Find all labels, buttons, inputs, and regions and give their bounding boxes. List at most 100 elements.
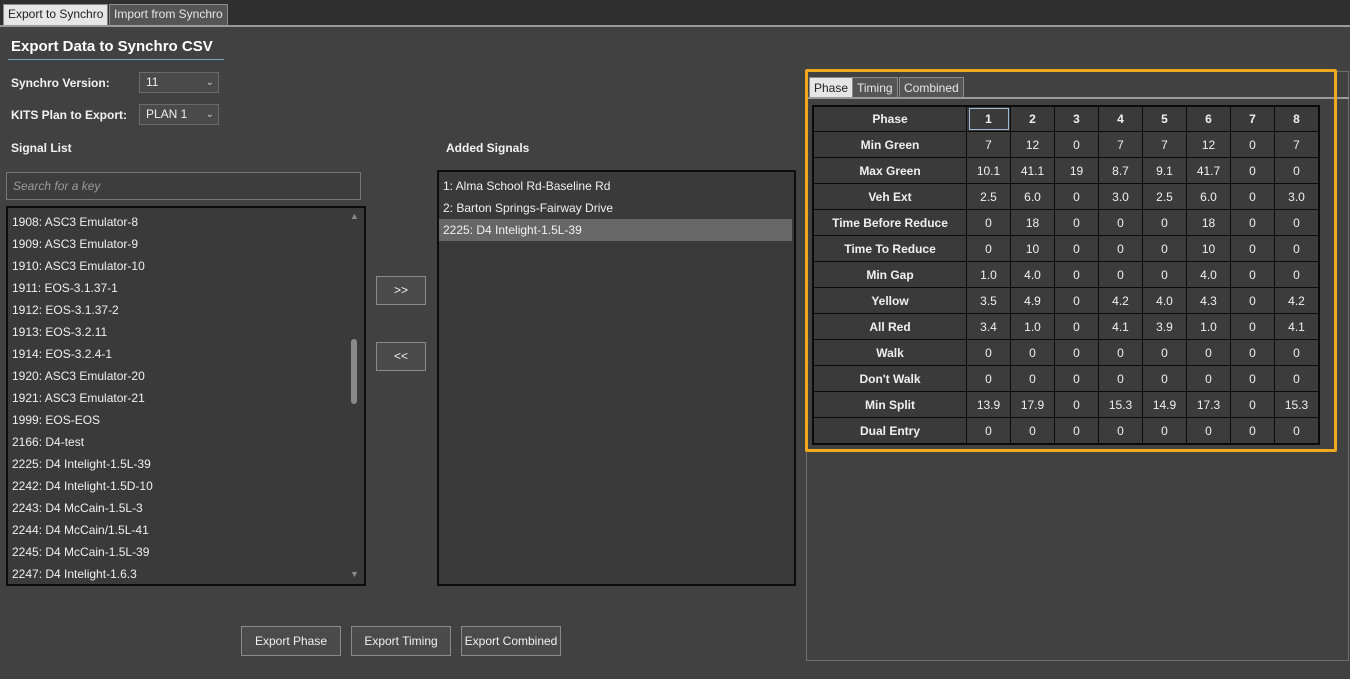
table-cell[interactable]: 0	[1230, 157, 1275, 184]
phase-column-header[interactable]: 2	[1010, 105, 1055, 132]
table-cell[interactable]: 0	[1054, 235, 1099, 262]
list-item[interactable]: 1921: ASC3 Emulator-21	[8, 387, 364, 409]
table-cell[interactable]: 3.0	[1274, 183, 1320, 210]
table-cell[interactable]: 0	[1054, 131, 1099, 158]
table-cell[interactable]: 17.3	[1186, 391, 1231, 418]
list-item[interactable]: 1999: EOS-EOS	[8, 409, 364, 431]
list-item[interactable]: 1910: ASC3 Emulator-10	[8, 255, 364, 277]
table-cell[interactable]: 4.2	[1274, 287, 1320, 314]
table-cell[interactable]: 1.0	[1010, 313, 1055, 340]
table-cell[interactable]: 0	[966, 339, 1011, 366]
list-item[interactable]: 1909: ASC3 Emulator-9	[8, 233, 364, 255]
table-cell[interactable]: 15.3	[1098, 391, 1143, 418]
phase-column-header[interactable]: 8	[1274, 105, 1320, 132]
added-signals-list[interactable]: 1: Alma School Rd-Baseline Rd 2: Barton …	[437, 170, 796, 586]
table-cell[interactable]: 0	[1230, 339, 1275, 366]
table-cell[interactable]: 0	[1230, 417, 1275, 445]
table-cell[interactable]: 0	[1186, 365, 1231, 392]
table-cell[interactable]: 0	[1054, 417, 1099, 445]
table-cell[interactable]: 18	[1010, 209, 1055, 236]
table-cell[interactable]: 0	[1054, 183, 1099, 210]
list-item[interactable]: 1912: EOS-3.1.37-2	[8, 299, 364, 321]
table-cell[interactable]: 0	[1054, 261, 1099, 288]
table-cell[interactable]: 41.1	[1010, 157, 1055, 184]
table-cell[interactable]: 2.5	[966, 183, 1011, 210]
table-cell[interactable]: 4.0	[1186, 261, 1231, 288]
tab-timing[interactable]: Timing	[852, 77, 898, 98]
table-cell[interactable]: 0	[1098, 235, 1143, 262]
table-cell[interactable]: 8.7	[1098, 157, 1143, 184]
tab-import-from-synchro[interactable]: Import from Synchro	[109, 4, 228, 25]
phase-column-header[interactable]: 5	[1142, 105, 1187, 132]
table-cell[interactable]: 41.7	[1186, 157, 1231, 184]
phase-column-header[interactable]: 1	[966, 105, 1011, 132]
list-item[interactable]: 1911: EOS-3.1.37-1	[8, 277, 364, 299]
list-item[interactable]: 1: Alma School Rd-Baseline Rd	[439, 175, 794, 197]
list-item[interactable]: 2243: D4 McCain-1.5L-3	[8, 497, 364, 519]
table-cell[interactable]: 10	[1010, 235, 1055, 262]
table-cell[interactable]: 0	[1010, 365, 1055, 392]
table-cell[interactable]: 0	[966, 209, 1011, 236]
table-cell[interactable]: 0	[1274, 235, 1320, 262]
table-cell[interactable]: 6.0	[1186, 183, 1231, 210]
phase-column-header[interactable]: 7	[1230, 105, 1275, 132]
table-cell[interactable]: 4.1	[1274, 313, 1320, 340]
table-cell[interactable]: 19	[1054, 157, 1099, 184]
list-item[interactable]: 2242: D4 Intelight-1.5D-10	[8, 475, 364, 497]
list-item[interactable]: 2166: D4-test	[8, 431, 364, 453]
table-cell[interactable]: 0	[1274, 417, 1320, 445]
table-cell[interactable]: 1.0	[1186, 313, 1231, 340]
table-cell[interactable]: 0	[1142, 261, 1187, 288]
table-cell[interactable]: 3.9	[1142, 313, 1187, 340]
signal-search-input[interactable]: Search for a key	[6, 172, 361, 200]
table-cell[interactable]: 0	[1098, 209, 1143, 236]
table-cell[interactable]: 3.4	[966, 313, 1011, 340]
synchro-version-dropdown[interactable]: 11 ⌄	[139, 72, 219, 93]
table-cell[interactable]: 0	[1230, 235, 1275, 262]
table-cell[interactable]: 0	[1230, 183, 1275, 210]
table-cell[interactable]: 7	[1274, 131, 1320, 158]
table-cell[interactable]: 0	[1230, 209, 1275, 236]
table-cell[interactable]: 0	[1230, 365, 1275, 392]
remove-signal-button[interactable]: <<	[376, 342, 426, 371]
table-cell[interactable]: 4.0	[1010, 261, 1055, 288]
export-combined-button[interactable]: Export Combined	[461, 626, 561, 656]
list-item[interactable]: 1908: ASC3 Emulator-8	[8, 211, 364, 233]
table-cell[interactable]: 0	[1274, 157, 1320, 184]
export-timing-button[interactable]: Export Timing	[351, 626, 451, 656]
list-item[interactable]: 2245: D4 McCain-1.5L-39	[8, 541, 364, 563]
add-signal-button[interactable]: >>	[376, 276, 426, 305]
table-cell[interactable]: 2.5	[1142, 183, 1187, 210]
tab-export-to-synchro[interactable]: Export to Synchro	[3, 4, 109, 25]
table-cell[interactable]: 0	[966, 365, 1011, 392]
table-cell[interactable]: 0	[1230, 313, 1275, 340]
table-cell[interactable]: 7	[1098, 131, 1143, 158]
list-item[interactable]: 1914: EOS-3.2.4-1	[8, 343, 364, 365]
table-cell[interactable]: 7	[966, 131, 1011, 158]
tab-phase[interactable]: Phase	[809, 77, 854, 98]
phase-column-header[interactable]: 4	[1098, 105, 1143, 132]
list-item-selected[interactable]: 2225: D4 Intelight-1.5L-39	[439, 219, 792, 241]
table-cell[interactable]: 18	[1186, 209, 1231, 236]
table-cell[interactable]: 0	[1186, 339, 1231, 366]
table-cell[interactable]: 0	[1142, 209, 1187, 236]
table-cell[interactable]: 12	[1186, 131, 1231, 158]
signal-list-scrollbar[interactable]: ▲ ▼	[349, 209, 361, 581]
export-phase-button[interactable]: Export Phase	[241, 626, 341, 656]
list-item[interactable]: 2: Barton Springs-Fairway Drive	[439, 197, 794, 219]
table-cell[interactable]: 0	[1054, 365, 1099, 392]
table-cell[interactable]: 4.2	[1098, 287, 1143, 314]
table-cell[interactable]: 4.9	[1010, 287, 1055, 314]
table-cell[interactable]: 0	[1186, 417, 1231, 445]
list-item[interactable]: 1913: EOS-3.2.11	[8, 321, 364, 343]
phase-column-header[interactable]: 3	[1054, 105, 1099, 132]
list-item[interactable]: 2244: D4 McCain/1.5L-41	[8, 519, 364, 541]
table-cell[interactable]: 3.5	[966, 287, 1011, 314]
table-cell[interactable]: 0	[1142, 235, 1187, 262]
kits-plan-dropdown[interactable]: PLAN 1 ⌄	[139, 104, 219, 125]
table-cell[interactable]: 6.0	[1010, 183, 1055, 210]
table-cell[interactable]: 0	[1230, 261, 1275, 288]
table-cell[interactable]: 9.1	[1142, 157, 1187, 184]
phase-data-grid[interactable]: Phase 1 2 3 4 5 6 7 8 Min Green 7 12 0 7 7 12 0 7 Max Gree…	[812, 105, 1320, 445]
phase-column-header[interactable]: 6	[1186, 105, 1231, 132]
